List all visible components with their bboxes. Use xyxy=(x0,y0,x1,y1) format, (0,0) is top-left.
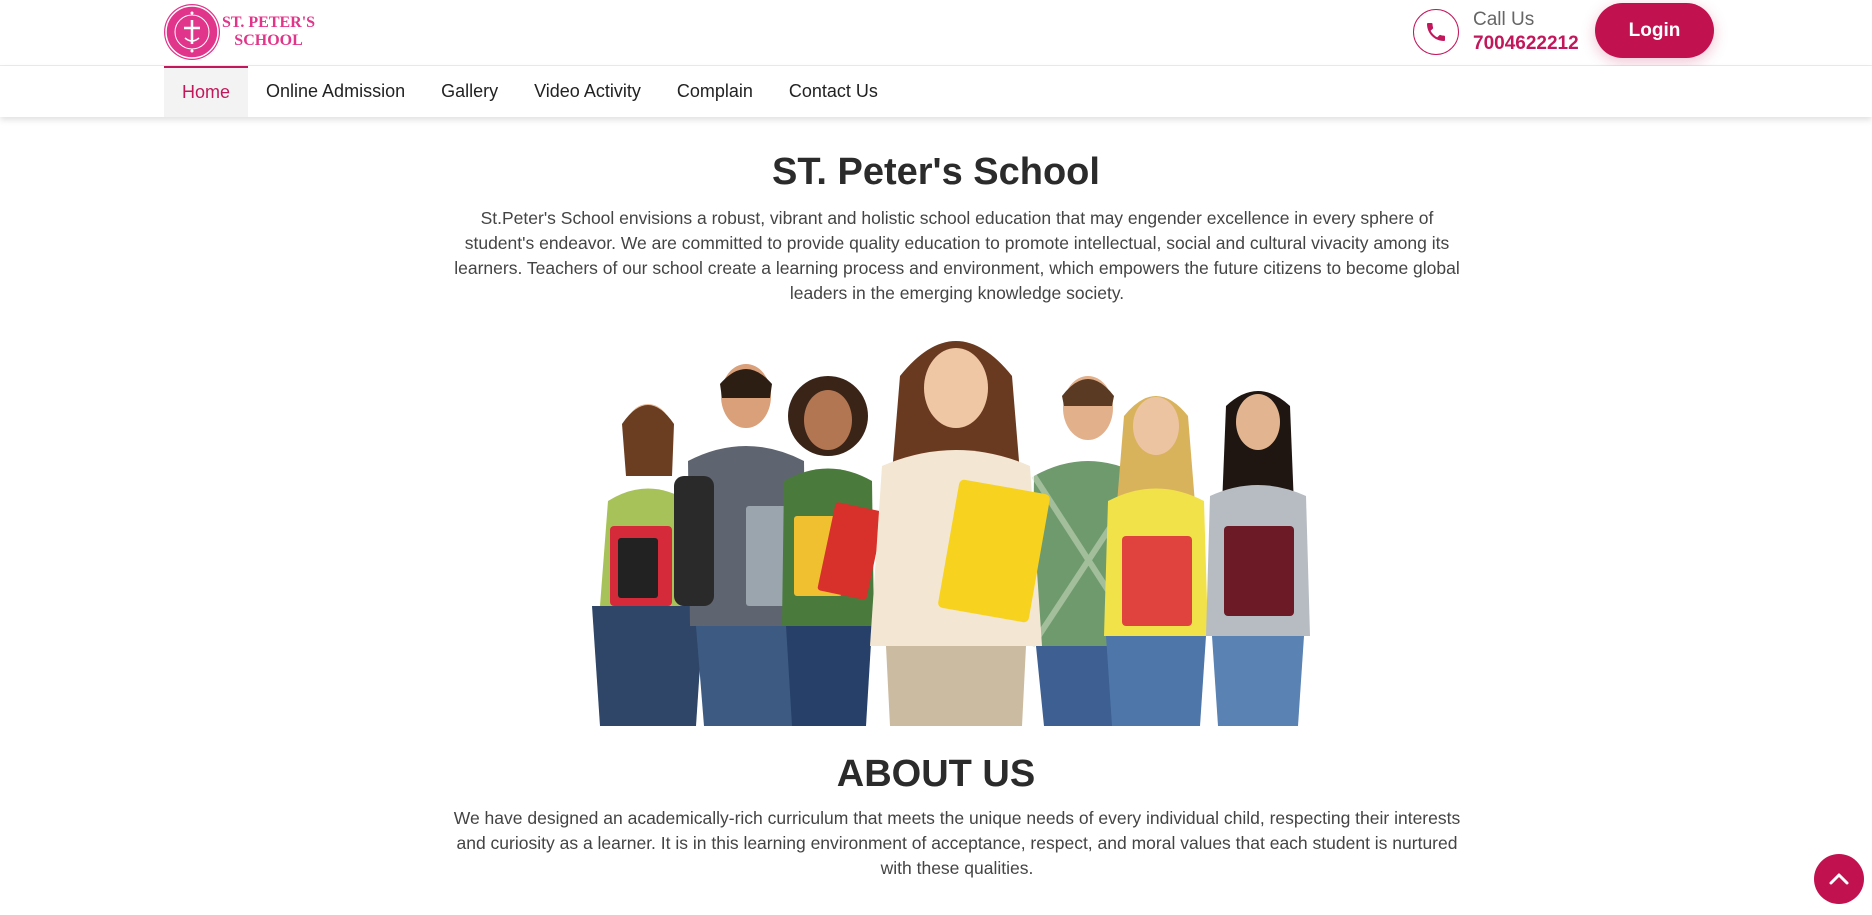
top-header: ST. PETER'S SCHOOL Call Us 7004622212 Lo… xyxy=(0,0,1872,66)
students-group-image xyxy=(556,316,1344,726)
login-button[interactable]: Login xyxy=(1595,3,1714,58)
nav-item-complain[interactable]: Complain xyxy=(659,66,771,117)
chevron-up-icon xyxy=(1829,873,1849,885)
intro-paragraph: St.Peter's School envisions a robust, vi… xyxy=(454,208,1460,303)
call-number[interactable]: 7004622212 xyxy=(1473,32,1579,56)
logo-text: ST. PETER'S SCHOOL xyxy=(222,14,315,50)
student-figure xyxy=(870,341,1050,726)
student-figure xyxy=(782,376,885,726)
call-label: Call Us xyxy=(1473,9,1535,30)
nav-menu: Home Online Admission Gallery Video Acti… xyxy=(164,66,896,117)
logo-line-2: SCHOOL xyxy=(234,32,303,49)
scroll-to-top-button[interactable] xyxy=(1814,854,1864,904)
about-paragraph: We have designed an academically-rich cu… xyxy=(453,808,1461,878)
student-figure xyxy=(1206,391,1310,726)
call-text: Call Us 7004622212 xyxy=(1473,8,1579,56)
nav-item-online-admission[interactable]: Online Admission xyxy=(248,66,423,117)
nav-item-contact-us[interactable]: Contact Us xyxy=(771,66,896,117)
school-logo[interactable]: ST. PETER'S SCHOOL xyxy=(164,3,315,61)
nav-item-video-activity[interactable]: Video Activity xyxy=(516,66,659,117)
call-us[interactable]: Call Us 7004622212 xyxy=(1413,8,1579,56)
main-nav: Home Online Admission Gallery Video Acti… xyxy=(0,66,1872,117)
student-figure xyxy=(1104,396,1208,726)
about-title: ABOUT US xyxy=(836,753,1036,795)
nav-item-home[interactable]: Home xyxy=(164,66,249,117)
page-title: ST. Peter's School xyxy=(772,151,1100,193)
school-seal-logo xyxy=(164,4,220,60)
logo-line-1: ST. PETER'S xyxy=(222,14,316,31)
phone-icon xyxy=(1413,9,1459,55)
nav-item-gallery[interactable]: Gallery xyxy=(423,66,516,117)
